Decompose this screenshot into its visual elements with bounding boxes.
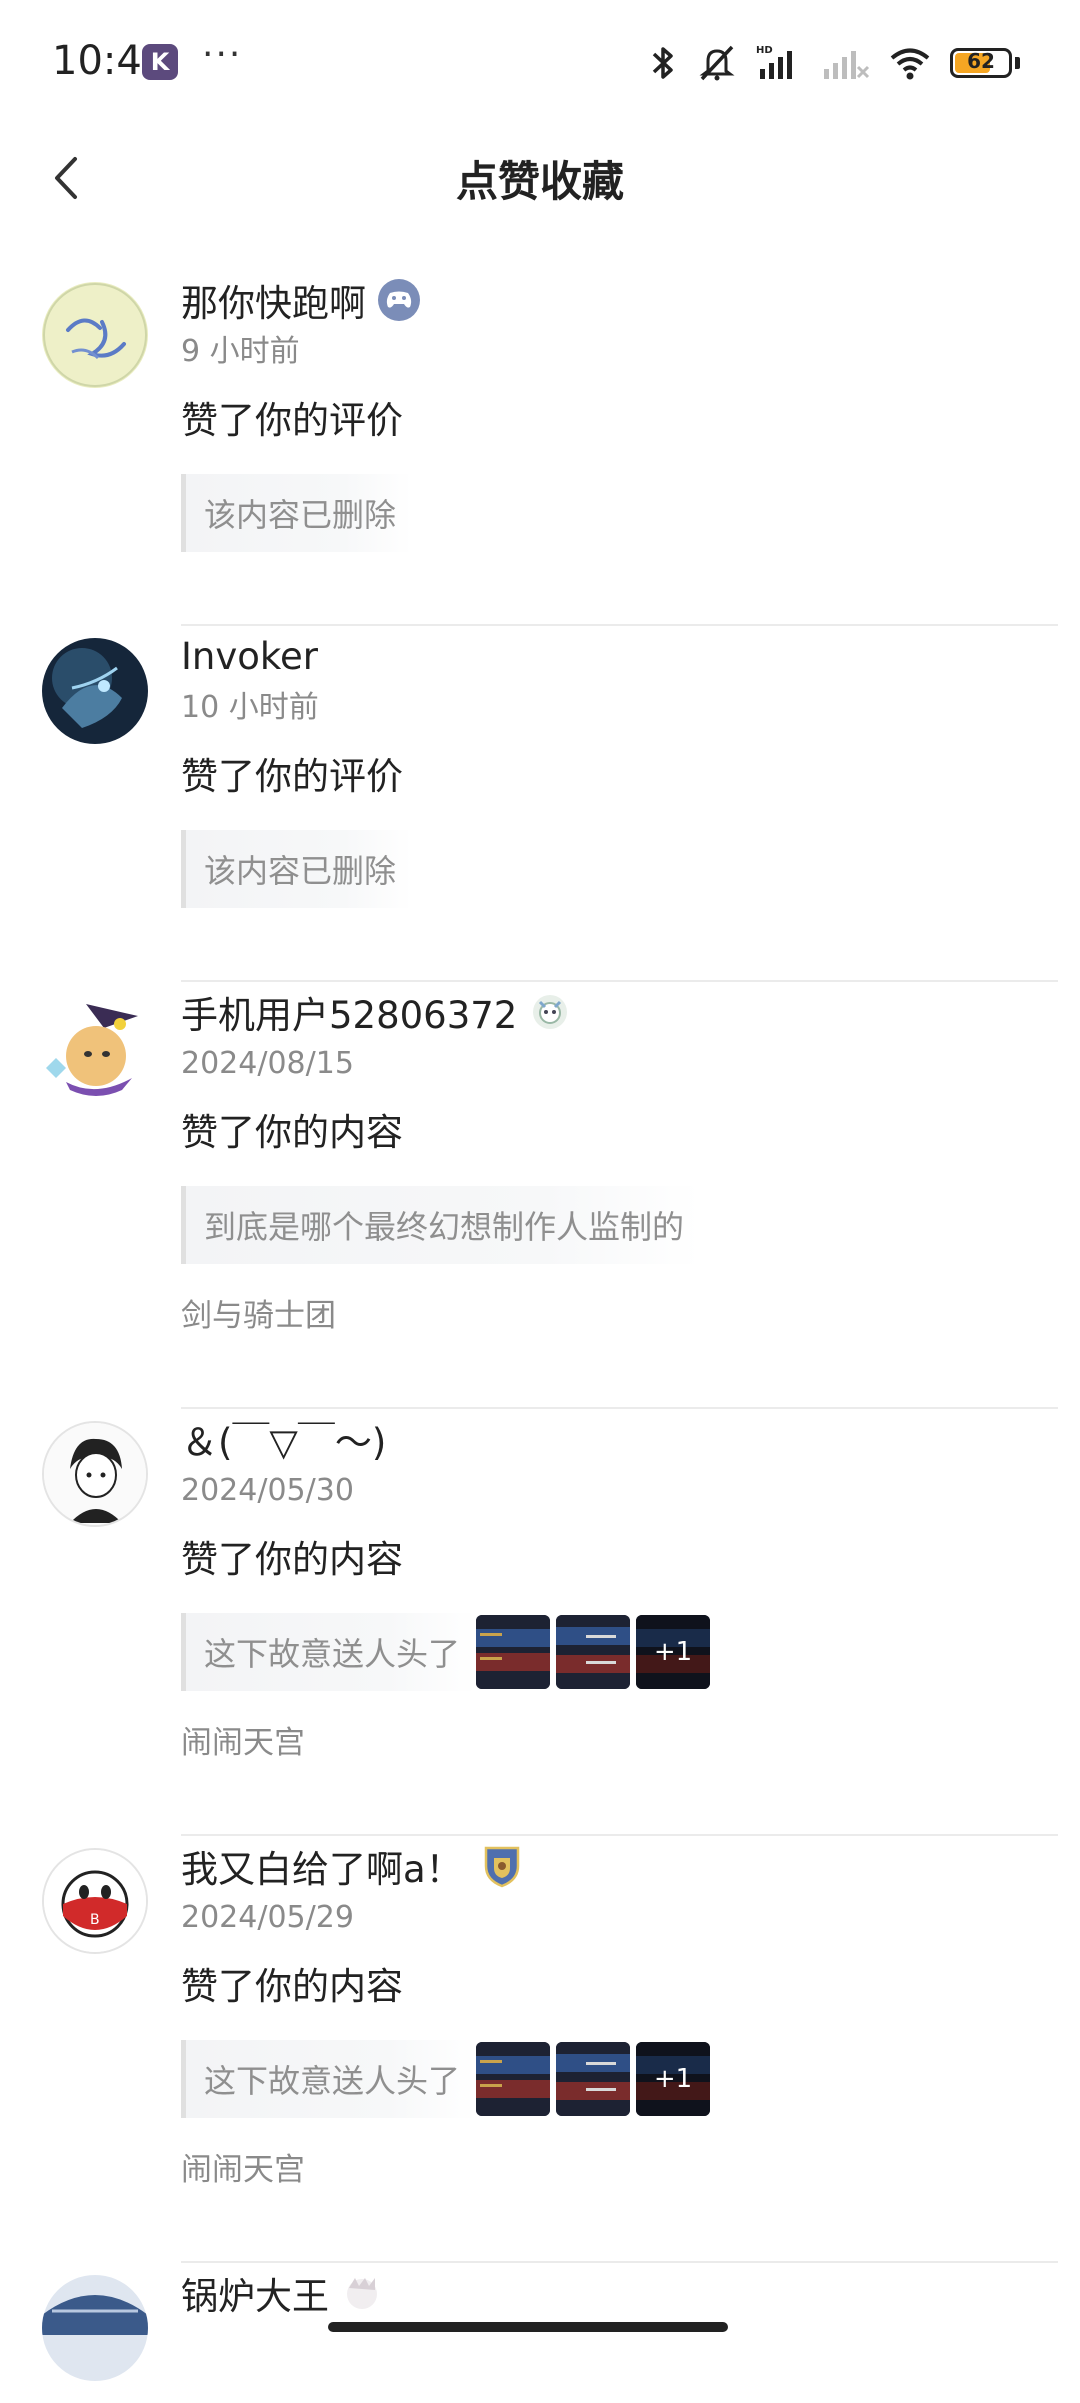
thumbnail-image[interactable]: [556, 1615, 631, 1689]
thumbnail-image[interactable]: [476, 2042, 551, 2116]
more-images-count: +1: [636, 1615, 711, 1689]
svg-text:HD: HD: [756, 45, 773, 56]
thumbnail-image[interactable]: [476, 1615, 551, 1689]
list-item[interactable]: 手机用户52806372 2024/08/15 赞了你的内容 到底是哪个最终幻想…: [0, 982, 1080, 1409]
image-thumbnails: +1: [476, 1615, 711, 1689]
bluetooth-icon: [652, 47, 673, 79]
image-thumbnails: +1: [476, 2042, 711, 2116]
like-collect-list: 那你快跑啊 9 小时前 赞了你的评价 该内容已删除 Invoker 10 小时前…: [0, 270, 1080, 2383]
status-icons: HD 62: [648, 40, 1020, 86]
thumbnail-more[interactable]: +1: [636, 2042, 711, 2116]
gamepad-icon: [378, 279, 420, 321]
action-text: 赞了你的内容: [181, 1965, 403, 2008]
quoted-content[interactable]: 该内容已删除: [181, 830, 1058, 908]
quote-text: 该内容已删除: [181, 474, 413, 552]
quote-text: 这下故意送人头了: [181, 1613, 477, 1691]
quoted-content[interactable]: 这下故意送人头了 +1: [181, 1613, 1058, 1691]
more-images-count: +1: [636, 2042, 711, 2116]
timestamp: 10 小时前: [181, 690, 319, 725]
status-bar: 10:41 K ··· HD 62: [0, 0, 1080, 128]
page-title: 点赞收藏: [455, 157, 624, 206]
action-text: 赞了你的内容: [181, 1111, 403, 1154]
timestamp: 2024/08/15: [181, 1046, 354, 1081]
user-name[interactable]: 那你快跑啊: [181, 273, 366, 327]
quoted-content[interactable]: 该内容已删除: [181, 474, 1058, 552]
action-text: 赞了你的评价: [181, 755, 403, 798]
quoted-content[interactable]: 到底是哪个最终幻想制作人监制的: [181, 1186, 1058, 1264]
hd-signal-icon: HD: [756, 45, 792, 79]
app-notification-badge: K: [142, 44, 178, 80]
source-app-link[interactable]: 剑与骑士团: [181, 1294, 1058, 1338]
character-badge-icon: [341, 2272, 383, 2314]
quoted-content[interactable]: 这下故意送人头了 +1: [181, 2040, 1058, 2118]
thumbnail-image[interactable]: [556, 2042, 631, 2116]
avatar[interactable]: [42, 994, 148, 1100]
action-text: 赞了你的内容: [181, 1538, 403, 1581]
battery-tip: [1015, 57, 1020, 69]
source-app-link[interactable]: 闹闹天宫: [181, 1721, 1058, 1765]
user-name[interactable]: 锅炉大王: [181, 2266, 329, 2320]
nav-bar: 点赞收藏: [0, 128, 1080, 228]
more-notifications-icon: ···: [202, 34, 243, 75]
quote-text: 到底是哪个最终幻想制作人监制的: [181, 1186, 701, 1264]
timestamp: 2024/05/29: [181, 1900, 354, 1935]
list-item[interactable]: 那你快跑啊 9 小时前 赞了你的评价 该内容已删除: [0, 270, 1080, 626]
user-name[interactable]: 我又白给了啊a！: [181, 1839, 463, 1893]
no-signal-icon: [824, 51, 870, 79]
avatar[interactable]: [42, 2275, 148, 2381]
character-badge-icon: [529, 991, 571, 1033]
user-name[interactable]: 手机用户52806372: [181, 985, 517, 1039]
timestamp: 2024/05/30: [181, 1473, 354, 1508]
battery-level: 62: [967, 49, 995, 73]
avatar[interactable]: [42, 282, 148, 388]
user-name[interactable]: Invoker: [181, 635, 318, 678]
timestamp: 9 小时前: [181, 334, 300, 369]
svg-text:B: B: [90, 1912, 100, 1928]
mute-icon: [699, 45, 735, 81]
avatar[interactable]: [42, 1421, 148, 1527]
list-item[interactable]: Invoker 10 小时前 赞了你的评价 该内容已删除: [0, 626, 1080, 982]
list-item[interactable]: B 我又白给了啊a！ 2024/05/29 赞了你的内容 这下故意送人头了 +1…: [0, 1836, 1080, 2263]
quote-text: 这下故意送人头了: [181, 2040, 477, 2118]
battery-icon: 62: [950, 48, 1012, 78]
list-item[interactable]: ＆(￣▽￣～) 2024/05/30 赞了你的内容 这下故意送人头了 +1 闹闹…: [0, 1409, 1080, 1836]
user-name[interactable]: ＆(￣▽￣～): [181, 1412, 386, 1466]
avatar[interactable]: B: [42, 1848, 148, 1954]
source-app-link[interactable]: 闹闹天宫: [181, 2148, 1058, 2192]
wifi-icon: [890, 48, 930, 80]
quote-text: 该内容已删除: [181, 830, 413, 908]
shield-badge-icon: [481, 1845, 523, 1888]
avatar[interactable]: [42, 638, 148, 744]
thumbnail-more[interactable]: +1: [636, 1615, 711, 1689]
home-indicator[interactable]: [328, 2322, 728, 2332]
action-text: 赞了你的评价: [181, 399, 403, 442]
